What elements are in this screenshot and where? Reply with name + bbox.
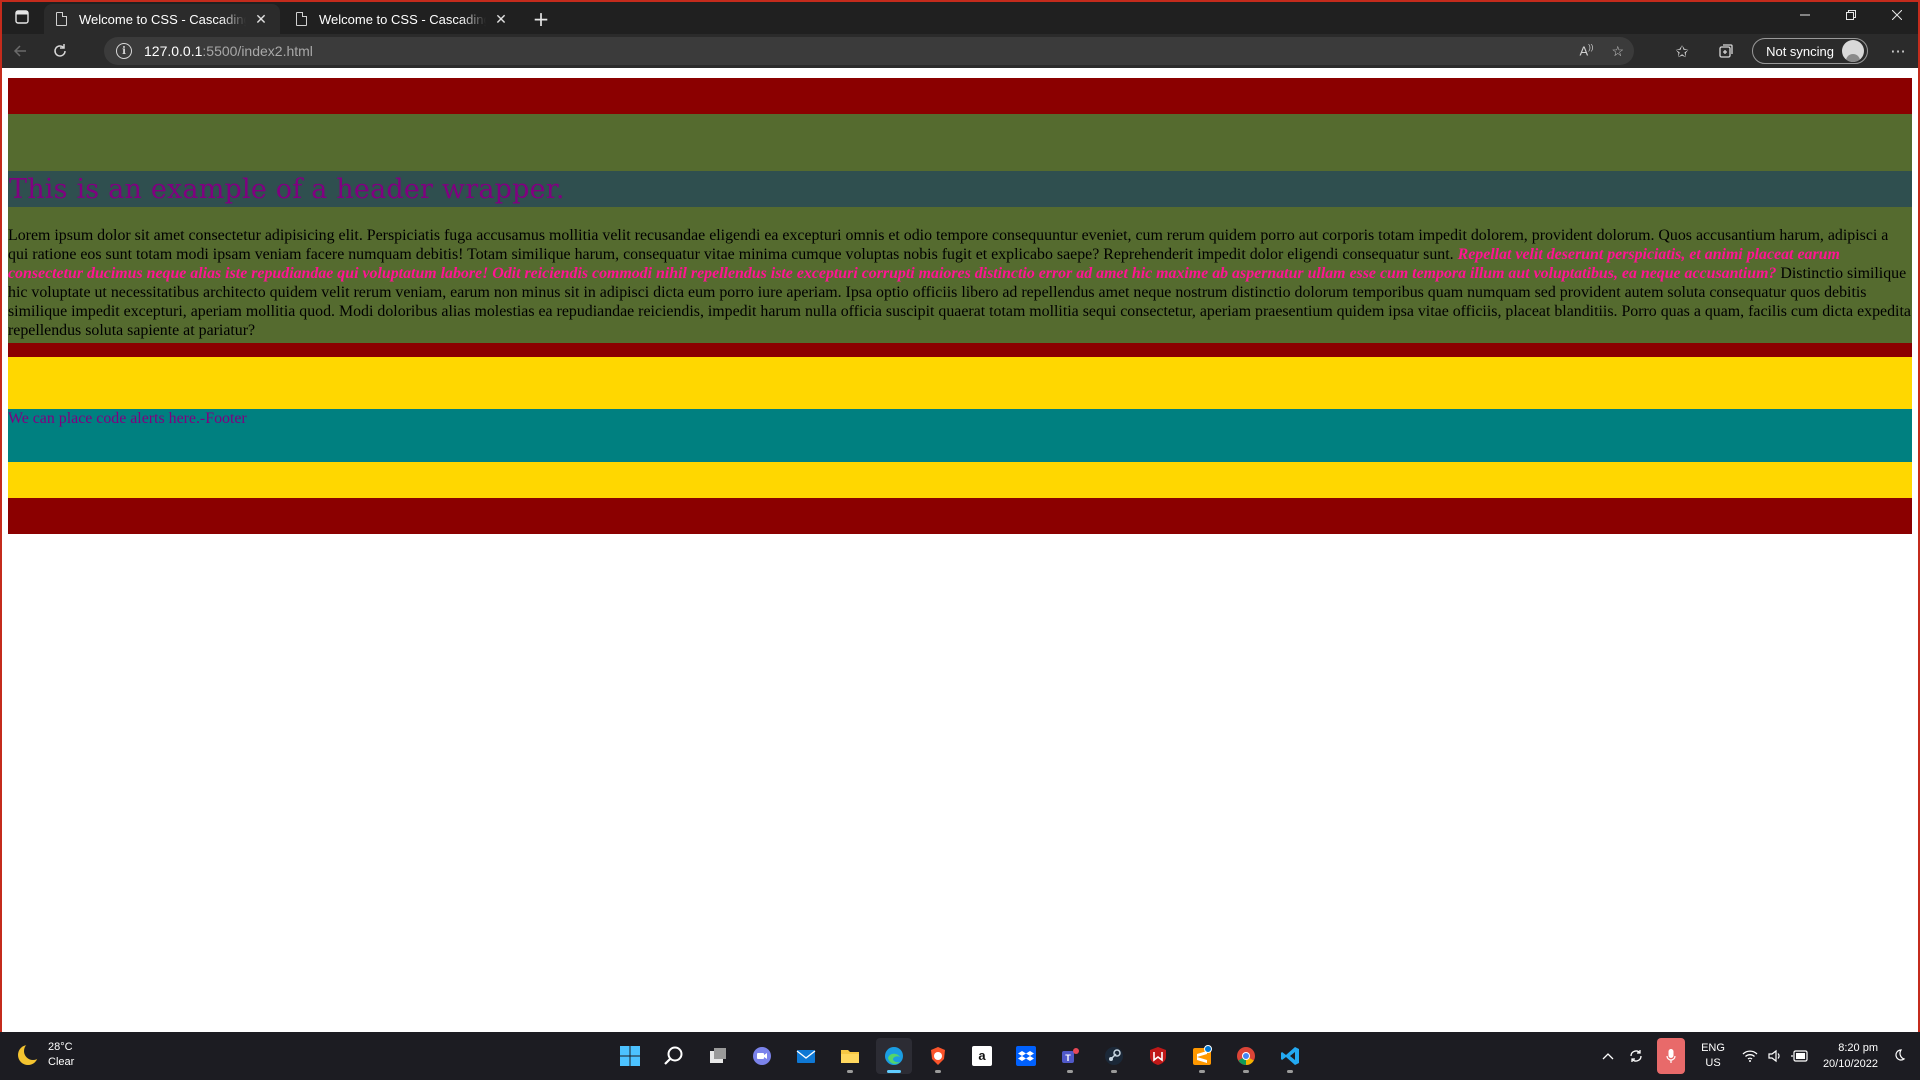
notification-bell-icon[interactable]	[1886, 1032, 1920, 1080]
running-indicator	[935, 1070, 941, 1073]
tab-title: Welcome to CSS - Cascading style sheets	[319, 11, 486, 27]
running-indicator	[1067, 1070, 1073, 1073]
footer-text: We can place code alerts here.-Footer	[8, 410, 247, 428]
address-toolbar: i 127.0.0.1:5500/index2.html A)) ☆ ✩ Not…	[0, 34, 1920, 68]
red-divider	[8, 343, 1912, 358]
running-indicator	[887, 1070, 901, 1073]
toolbar-right: ✩ Not syncing ···	[1660, 34, 1920, 68]
favorites-icon[interactable]: ✩	[1660, 34, 1704, 68]
steam-icon[interactable]	[1096, 1038, 1132, 1074]
wifi-icon[interactable]	[1735, 1032, 1765, 1080]
weather-desc: Clear	[48, 1056, 75, 1068]
content-section: Lorem ipsum dolor sit amet consectetur a…	[8, 207, 1912, 344]
olive-band	[8, 114, 1912, 171]
content-paragraph: Lorem ipsum dolor sit amet consectetur a…	[8, 227, 1912, 340]
url-path: :5500/index2.html	[202, 43, 313, 59]
collections-icon[interactable]	[1704, 34, 1748, 68]
start-icon[interactable]	[612, 1038, 648, 1074]
header-wrapper: This is an example of a header wrapper.	[8, 171, 1912, 207]
back-arrow-icon[interactable]	[0, 34, 40, 68]
task-view-icon[interactable]	[700, 1038, 736, 1074]
vscode-icon[interactable]	[1272, 1038, 1308, 1074]
tab-active[interactable]: Welcome to CSS - Cascading Style Sheets …	[44, 4, 280, 34]
weather-text: 28°C Clear	[48, 1040, 74, 1070]
lang-top: ENG	[1701, 1042, 1725, 1054]
star-add-icon[interactable]: ☆	[1611, 43, 1624, 60]
avatar	[1842, 40, 1864, 62]
svg-text:a: a	[978, 1048, 986, 1063]
running-indicator	[1199, 1070, 1205, 1073]
minimize-icon[interactable]	[1782, 0, 1828, 30]
page-viewport: This is an example of a header wrapper. …	[2, 68, 1918, 1032]
top-red-band	[8, 78, 1912, 114]
running-indicator	[1287, 1070, 1293, 1073]
omnibox-actions: A)) ☆	[1579, 37, 1624, 65]
plus-icon[interactable]: +	[524, 4, 558, 34]
sync-icon[interactable]	[1621, 1032, 1651, 1080]
profile-label: Not syncing	[1766, 43, 1834, 59]
clock-date: 20/10/2022	[1822, 1058, 1878, 1070]
more-icon[interactable]: ···	[1876, 34, 1920, 68]
teams-icon[interactable]: T	[1052, 1038, 1088, 1074]
tab-inactive[interactable]: Welcome to CSS - Cascading style sheets …	[284, 4, 520, 34]
document-icon	[296, 12, 307, 26]
chevron-up-icon[interactable]	[1595, 1032, 1621, 1080]
clock-time: 8:20 pm	[1838, 1042, 1878, 1054]
tab-title: Welcome to CSS - Cascading Style Sheets	[79, 11, 246, 27]
taskbar: 28°C Clear a T ENG US 8:20 pm 20/10/2022	[0, 1032, 1920, 1080]
gold-band-bottom	[8, 462, 1912, 499]
microphone-icon[interactable]	[1657, 1038, 1686, 1074]
page-body: This is an example of a header wrapper. …	[8, 78, 1912, 535]
running-indicator	[1111, 1070, 1117, 1073]
info-icon[interactable]: i	[116, 43, 132, 59]
document-icon	[56, 12, 67, 26]
mail-icon[interactable]	[788, 1038, 824, 1074]
tab-close-icon[interactable]: ✕	[492, 11, 510, 28]
brave-icon[interactable]	[920, 1038, 956, 1074]
moon-icon	[18, 1042, 42, 1065]
tab-actions-icon[interactable]	[0, 0, 44, 34]
reload-icon[interactable]	[40, 34, 80, 68]
bottom-red-band	[8, 498, 1912, 535]
mcafee-icon[interactable]	[1140, 1038, 1176, 1074]
edge-icon[interactable]	[876, 1038, 912, 1074]
gold-band	[8, 357, 1912, 410]
profile-button[interactable]: Not syncing	[1752, 38, 1868, 64]
system-tray: ENG US 8:20 pm 20/10/2022	[1595, 1032, 1920, 1080]
svg-text:T: T	[1065, 1053, 1071, 1063]
running-indicator	[1243, 1070, 1249, 1073]
read-aloud-icon[interactable]: A))	[1579, 43, 1593, 58]
amazon-icon[interactable]: a	[964, 1038, 1000, 1074]
language-indicator[interactable]: ENG US	[1691, 1041, 1735, 1071]
address-bar[interactable]: i 127.0.0.1:5500/index2.html A)) ☆	[104, 37, 1634, 65]
window-controls	[1782, 0, 1920, 30]
weather-temp: 28°C	[48, 1041, 73, 1053]
page-title: This is an example of a header wrapper.	[9, 173, 565, 205]
tab-close-icon[interactable]: ✕	[252, 11, 270, 28]
chrome-icon[interactable]	[1228, 1038, 1264, 1074]
close-icon[interactable]	[1874, 0, 1920, 30]
file-explorer-icon[interactable]	[832, 1038, 868, 1074]
search-icon[interactable]	[656, 1038, 692, 1074]
chat-icon[interactable]	[744, 1038, 780, 1074]
weather-widget[interactable]: 28°C Clear	[18, 1040, 74, 1070]
sublime-icon[interactable]	[1184, 1038, 1220, 1074]
running-indicator	[847, 1070, 853, 1073]
dropbox-icon[interactable]	[1008, 1038, 1044, 1074]
taskbar-apps: a T	[612, 1038, 1308, 1074]
clock[interactable]: 8:20 pm 20/10/2022	[1815, 1040, 1886, 1072]
tab-strip: Welcome to CSS - Cascading Style Sheets …	[0, 0, 1920, 34]
battery-icon[interactable]	[1785, 1032, 1815, 1080]
url-host: 127.0.0.1	[144, 43, 203, 59]
restore-icon[interactable]	[1828, 0, 1874, 30]
volume-icon[interactable]	[1765, 1032, 1785, 1080]
lang-bottom: US	[1705, 1057, 1721, 1069]
footer-wrapper: We can place code alerts here.-Footer	[8, 409, 1912, 463]
